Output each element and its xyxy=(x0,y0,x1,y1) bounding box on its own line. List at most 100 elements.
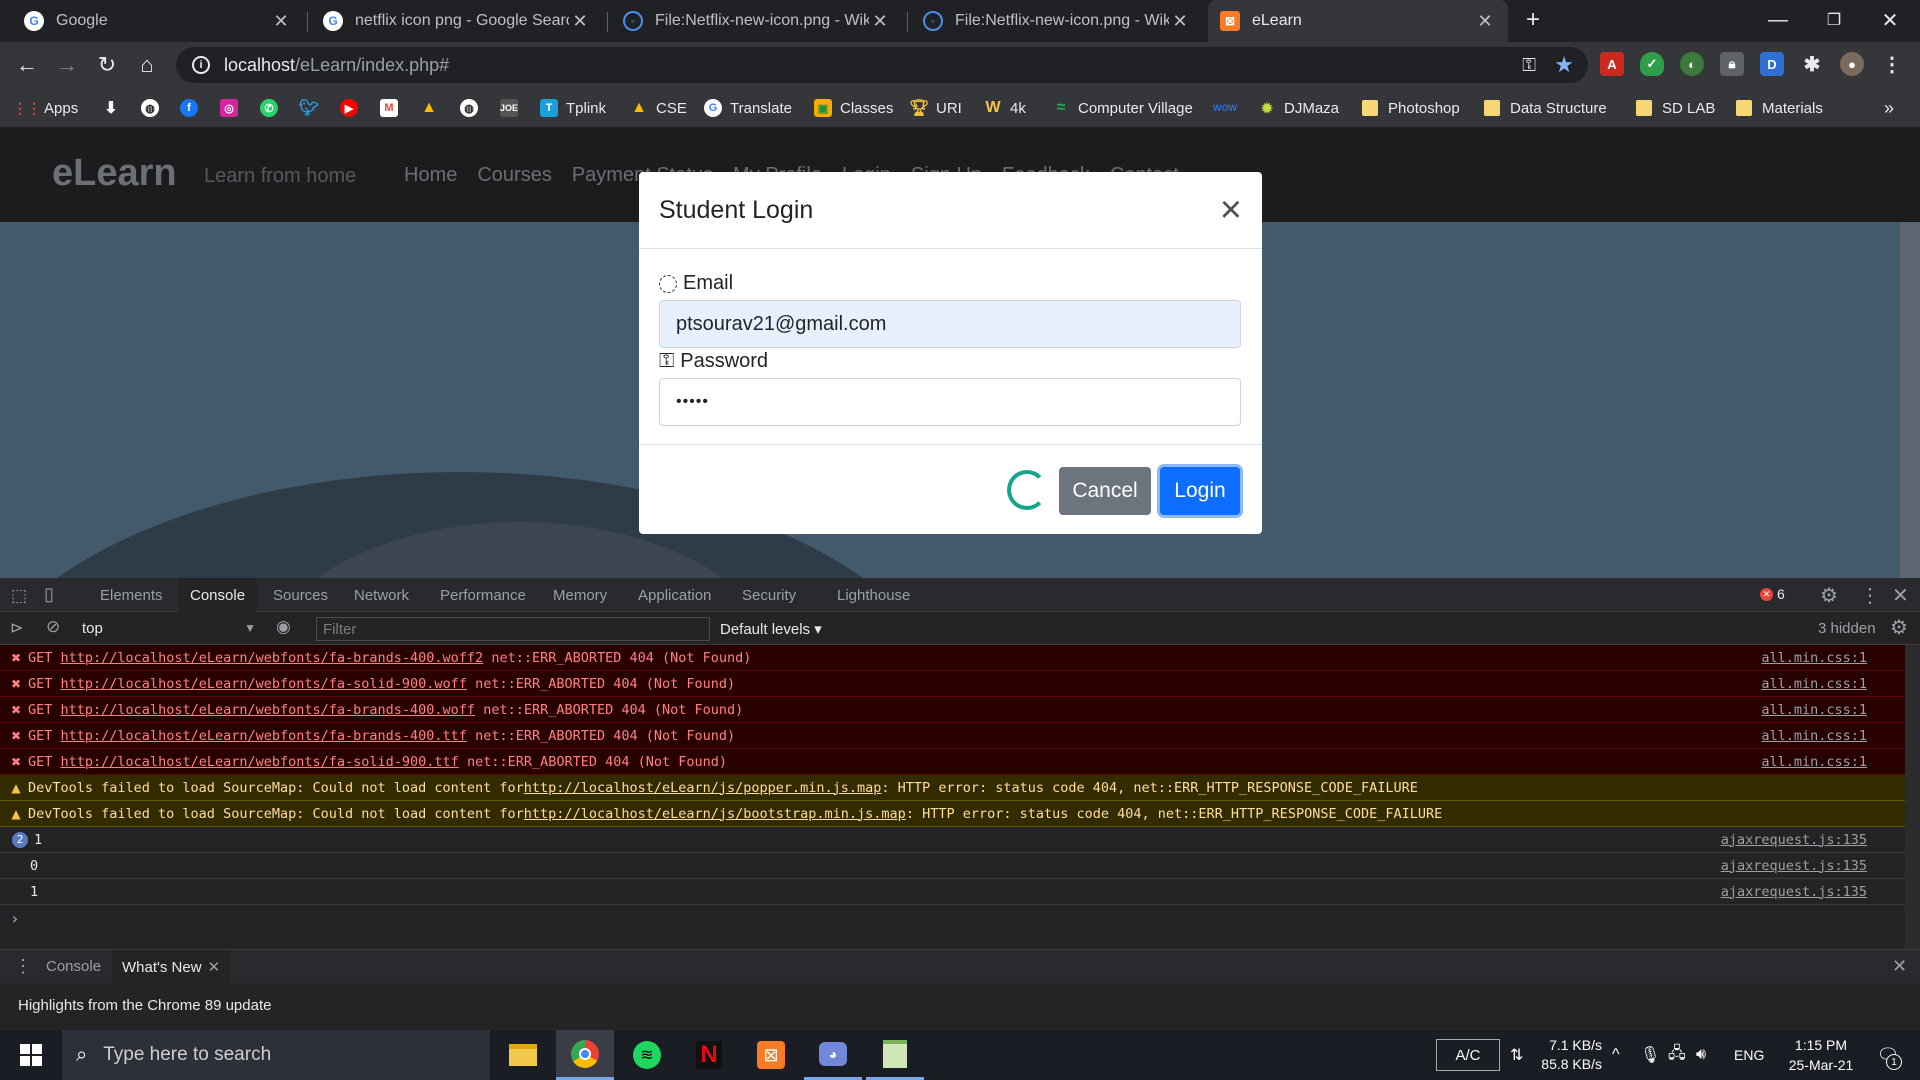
notepad-icon[interactable] xyxy=(866,1030,924,1080)
device-toolbar-icon[interactable]: ▯ xyxy=(44,584,54,605)
bookmark-whatsapp[interactable]: ✆ xyxy=(260,88,286,128)
bookmark-classes[interactable]: ▣ Classes xyxy=(814,88,893,128)
puzzle-extensions-icon[interactable]: ✱ xyxy=(1800,52,1824,76)
bookmark-tplink[interactable]: T Tplink xyxy=(540,88,606,128)
bookmark-instagram[interactable]: ◎ xyxy=(220,88,246,128)
file-explorer-icon[interactable] xyxy=(494,1030,552,1080)
bookmark-gmail[interactable]: M xyxy=(380,88,406,128)
password-field[interactable]: ••••• xyxy=(659,378,1241,426)
nav-home[interactable]: Home xyxy=(404,164,457,187)
log-source-link[interactable]: ajaxrequest.js:135 xyxy=(1721,858,1867,874)
bookmark-apps[interactable]: ⋮⋮ Apps xyxy=(13,88,78,128)
login-button[interactable]: Login xyxy=(1160,467,1240,515)
bookmark-sd-lab[interactable]: SD LAB xyxy=(1636,88,1715,128)
bookmark-facebook[interactable]: f xyxy=(180,88,206,128)
window-close-icon[interactable]: ✕ xyxy=(1862,0,1918,40)
clock[interactable]: 1:15 PM 25-Mar-21 xyxy=(1776,1035,1866,1075)
bookmark-download[interactable]: ⬇ xyxy=(102,88,128,128)
console-settings-icon[interactable]: ⚙ xyxy=(1890,615,1908,640)
action-center-icon[interactable]: 🗨︎ 1 xyxy=(1868,1030,1908,1080)
avatar[interactable]: ● xyxy=(1840,52,1864,76)
error-url[interactable]: http://localhost/eLearn/webfonts/fa-soli… xyxy=(61,676,467,692)
bookmark-drive[interactable]: ▲ xyxy=(420,88,446,128)
error-count-badge[interactable]: ✕ 6 xyxy=(1760,586,1785,602)
console-prompt[interactable]: › xyxy=(0,905,1905,931)
drawer-menu-icon[interactable]: ⋮ xyxy=(14,956,32,977)
tab-close-icon[interactable]: ✕ xyxy=(1474,11,1496,32)
tab-elearn[interactable]: ⊠ eLearn ✕ xyxy=(1208,0,1508,42)
bookmark-twitter[interactable]: 🐦︎ xyxy=(299,88,326,128)
shield-extension-icon[interactable]: ✓ xyxy=(1640,52,1664,76)
site-info-icon[interactable]: i xyxy=(192,56,210,74)
address-bar[interactable]: i localhost/eLearn/index.php# ⚿ ★ xyxy=(176,47,1588,83)
volume-icon[interactable]: 🔊︎ xyxy=(1696,1030,1706,1080)
bookmark-4k[interactable]: W 4k xyxy=(984,88,1025,128)
log-source-link[interactable]: ajaxrequest.js:135 xyxy=(1721,832,1867,848)
restore-icon[interactable]: ❐ xyxy=(1806,0,1862,40)
live-expression-eye-icon[interactable]: ◉ xyxy=(276,617,291,637)
forward-icon[interactable]: → xyxy=(50,48,84,82)
new-tab-icon[interactable]: + xyxy=(1518,6,1548,36)
error-url[interactable]: http://localhost/eLearn/webfonts/fa-bran… xyxy=(61,702,476,718)
modal-close-button[interactable]: × xyxy=(1220,191,1242,229)
network-icon[interactable]: 🖧 xyxy=(1668,1030,1686,1080)
devtools-menu-icon[interactable]: ⋮ xyxy=(1860,583,1880,608)
tab-network[interactable]: Network xyxy=(342,578,421,612)
tab-console[interactable]: Console xyxy=(178,578,258,612)
error-url[interactable]: http://localhost/eLearn/webfonts/fa-soli… xyxy=(61,754,459,770)
bookmark-cse[interactable]: ▲ CSE xyxy=(630,88,687,128)
email-field[interactable]: ptsourav21@gmail.com xyxy=(659,300,1241,348)
more-bookmarks-icon[interactable]: » xyxy=(1884,88,1894,128)
bookmark-computer-village[interactable]: ≈ Computer Village xyxy=(1052,88,1193,128)
whats-new-headline[interactable]: Highlights from the Chrome 89 update xyxy=(18,997,271,1014)
windows-start-icon[interactable] xyxy=(2,1030,60,1080)
bookmark-youtube[interactable]: ▶ xyxy=(340,88,366,128)
console-scrollbar[interactable] xyxy=(1905,645,1920,949)
language-indicator[interactable]: ENG xyxy=(1734,1030,1764,1080)
chrome-menu-icon[interactable]: ⋮ xyxy=(1880,52,1904,76)
tab-close-icon[interactable]: ✕ xyxy=(1169,11,1191,32)
pdf-extension-icon[interactable]: A xyxy=(1600,52,1624,76)
key-icon[interactable]: ⚿ xyxy=(1522,55,1536,76)
tab-elements[interactable]: Elements xyxy=(88,578,175,612)
drawer-tab-console[interactable]: Console xyxy=(46,958,101,975)
bookmark-djmaza[interactable]: ✹ DJMaza xyxy=(1258,88,1339,128)
tab-lighthouse[interactable]: Lighthouse xyxy=(825,578,922,612)
nav-courses[interactable]: Courses xyxy=(477,164,551,187)
xampp-taskbar-icon[interactable]: ⊠ xyxy=(742,1030,800,1080)
reload-icon[interactable]: ↻ xyxy=(90,48,124,82)
netflix-icon[interactable]: N xyxy=(680,1030,738,1080)
spotify-icon[interactable]: ≋ xyxy=(618,1030,676,1080)
chrome-taskbar-icon[interactable] xyxy=(556,1030,614,1080)
bookmark-globe-2[interactable]: ◍ xyxy=(460,88,486,128)
bookmark-photoshop[interactable]: Photoshop xyxy=(1362,88,1460,128)
drive-extension-icon[interactable]: ◐ xyxy=(1680,52,1704,76)
cancel-button[interactable]: Cancel xyxy=(1059,467,1151,515)
context-select[interactable]: top ▼ xyxy=(82,617,256,639)
show-hidden-icons-chevron-icon[interactable]: ^ xyxy=(1612,1030,1620,1080)
bookmark-globe-1[interactable]: ◍ xyxy=(141,88,167,128)
tab-wikimedia-2[interactable]: ◦ File:Netflix-new-icon.png - Wikim ✕ xyxy=(911,0,1203,42)
sidebar-toggle-icon[interactable]: ⊳ xyxy=(10,618,23,638)
devtools-settings-icon[interactable]: ⚙ xyxy=(1820,583,1838,608)
error-source-link[interactable]: all.min.css:1 xyxy=(1761,676,1867,692)
tab-close-icon[interactable]: ✕ xyxy=(569,11,591,32)
site-brand[interactable]: eLearn xyxy=(52,152,177,195)
tab-close-icon[interactable]: ✕ xyxy=(869,11,891,32)
error-source-link[interactable]: all.min.css:1 xyxy=(1761,754,1867,770)
tab-memory[interactable]: Memory xyxy=(541,578,619,612)
back-icon[interactable]: ← xyxy=(10,48,44,82)
bookmark-data-structure[interactable]: Data Structure xyxy=(1484,88,1607,128)
bookmark-wow[interactable]: WOW xyxy=(1213,88,1242,128)
drawer-close-icon[interactable]: ✕ xyxy=(1892,956,1907,977)
tab-sources[interactable]: Sources xyxy=(261,578,340,612)
clear-console-icon[interactable]: ⊘ xyxy=(46,617,60,637)
error-source-link[interactable]: all.min.css:1 xyxy=(1761,650,1867,666)
minimize-icon[interactable]: — xyxy=(1750,0,1806,40)
error-source-link[interactable]: all.min.css:1 xyxy=(1761,728,1867,744)
bookmark-joe[interactable]: JOE xyxy=(500,88,526,128)
bookmark-materials[interactable]: Materials xyxy=(1736,88,1823,128)
warning-url[interactable]: http://localhost/eLearn/js/bootstrap.min… xyxy=(524,806,906,822)
tab-performance[interactable]: Performance xyxy=(428,578,538,612)
log-source-link[interactable]: ajaxrequest.js:135 xyxy=(1721,884,1867,900)
